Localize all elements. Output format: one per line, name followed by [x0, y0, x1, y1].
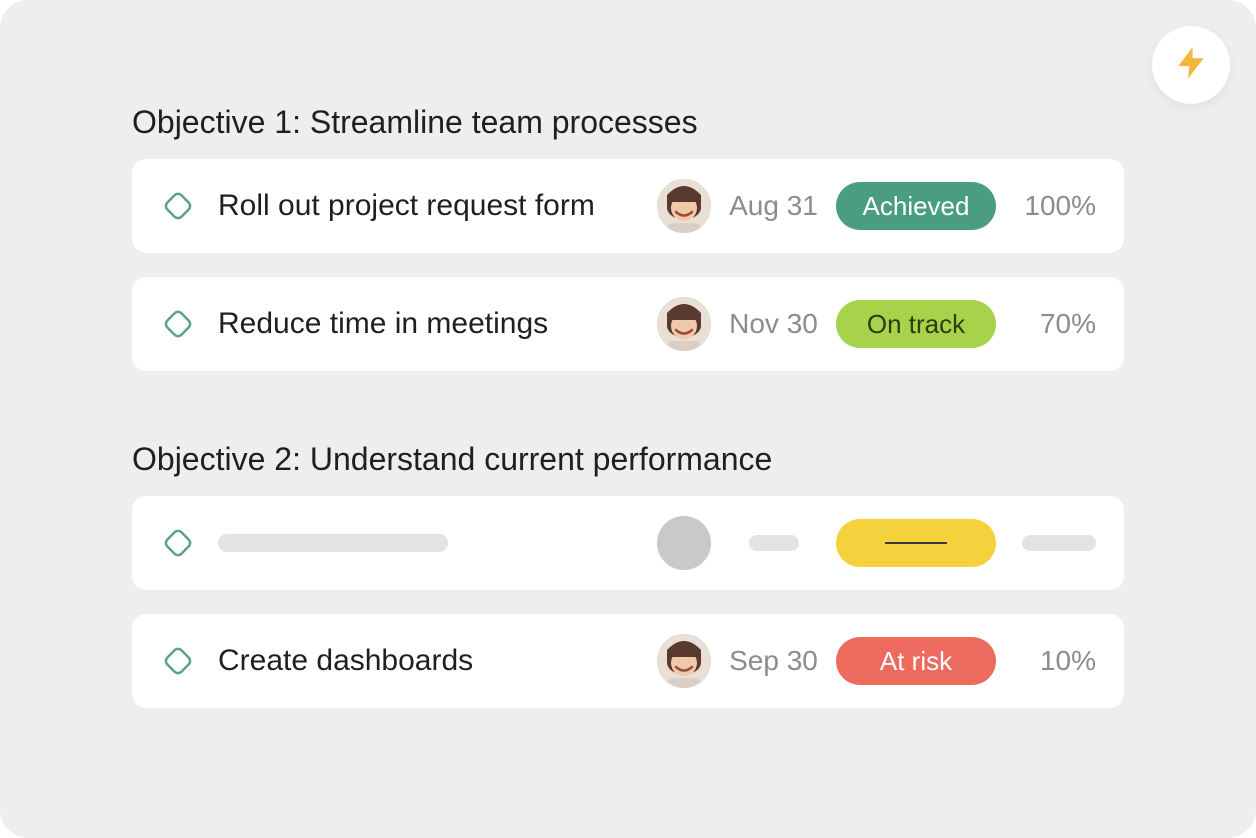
- key-result-title: Roll out project request form: [218, 189, 595, 223]
- placeholder-progress-skeleton: [1022, 535, 1096, 551]
- status-badge[interactable]: On track: [836, 300, 996, 348]
- objective-heading: Objective 1: Streamline team processes: [132, 104, 1124, 141]
- objective-group: Objective 2: Understand current performa…: [132, 441, 1124, 708]
- key-result-row[interactable]: Reduce time in meetings Nov 30 On track …: [132, 277, 1124, 371]
- placeholder-avatar-skeleton: [657, 516, 711, 570]
- assignee-avatar[interactable]: [657, 634, 711, 688]
- placeholder-date-skeleton: [749, 535, 799, 551]
- progress-value: 70%: [996, 308, 1096, 340]
- objectives-list: Objective 1: Streamline team processes R…: [132, 104, 1124, 708]
- objective-group: Objective 1: Streamline team processes R…: [132, 104, 1124, 371]
- goal-diamond-icon: [158, 304, 198, 344]
- placeholder-title-skeleton: [218, 534, 448, 552]
- key-result-row[interactable]: Roll out project request form Aug 31 Ach…: [132, 159, 1124, 253]
- due-date: Sep 30: [711, 645, 836, 677]
- lightning-bolt-icon: [1172, 44, 1210, 87]
- status-badge-placeholder[interactable]: [836, 519, 996, 567]
- goal-diamond-icon: [158, 641, 198, 681]
- key-result-row-placeholder[interactable]: [132, 496, 1124, 590]
- due-date: Aug 31: [711, 190, 836, 222]
- status-badge[interactable]: At risk: [836, 637, 996, 685]
- okr-canvas: Objective 1: Streamline team processes R…: [0, 0, 1256, 838]
- objective-heading: Objective 2: Understand current performa…: [132, 441, 1124, 478]
- assignee-avatar[interactable]: [657, 297, 711, 351]
- status-badge[interactable]: Achieved: [836, 182, 996, 230]
- goal-diamond-icon: [158, 186, 198, 226]
- due-date: Nov 30: [711, 308, 836, 340]
- progress-value: 100%: [996, 190, 1096, 222]
- goal-diamond-icon: [158, 523, 198, 563]
- key-result-row[interactable]: Create dashboards Sep 30 At risk 10%: [132, 614, 1124, 708]
- assignee-avatar[interactable]: [657, 179, 711, 233]
- key-result-title: Reduce time in meetings: [218, 307, 548, 341]
- progress-value: 10%: [996, 645, 1096, 677]
- key-result-title: Create dashboards: [218, 644, 473, 678]
- lightning-button[interactable]: [1152, 26, 1230, 104]
